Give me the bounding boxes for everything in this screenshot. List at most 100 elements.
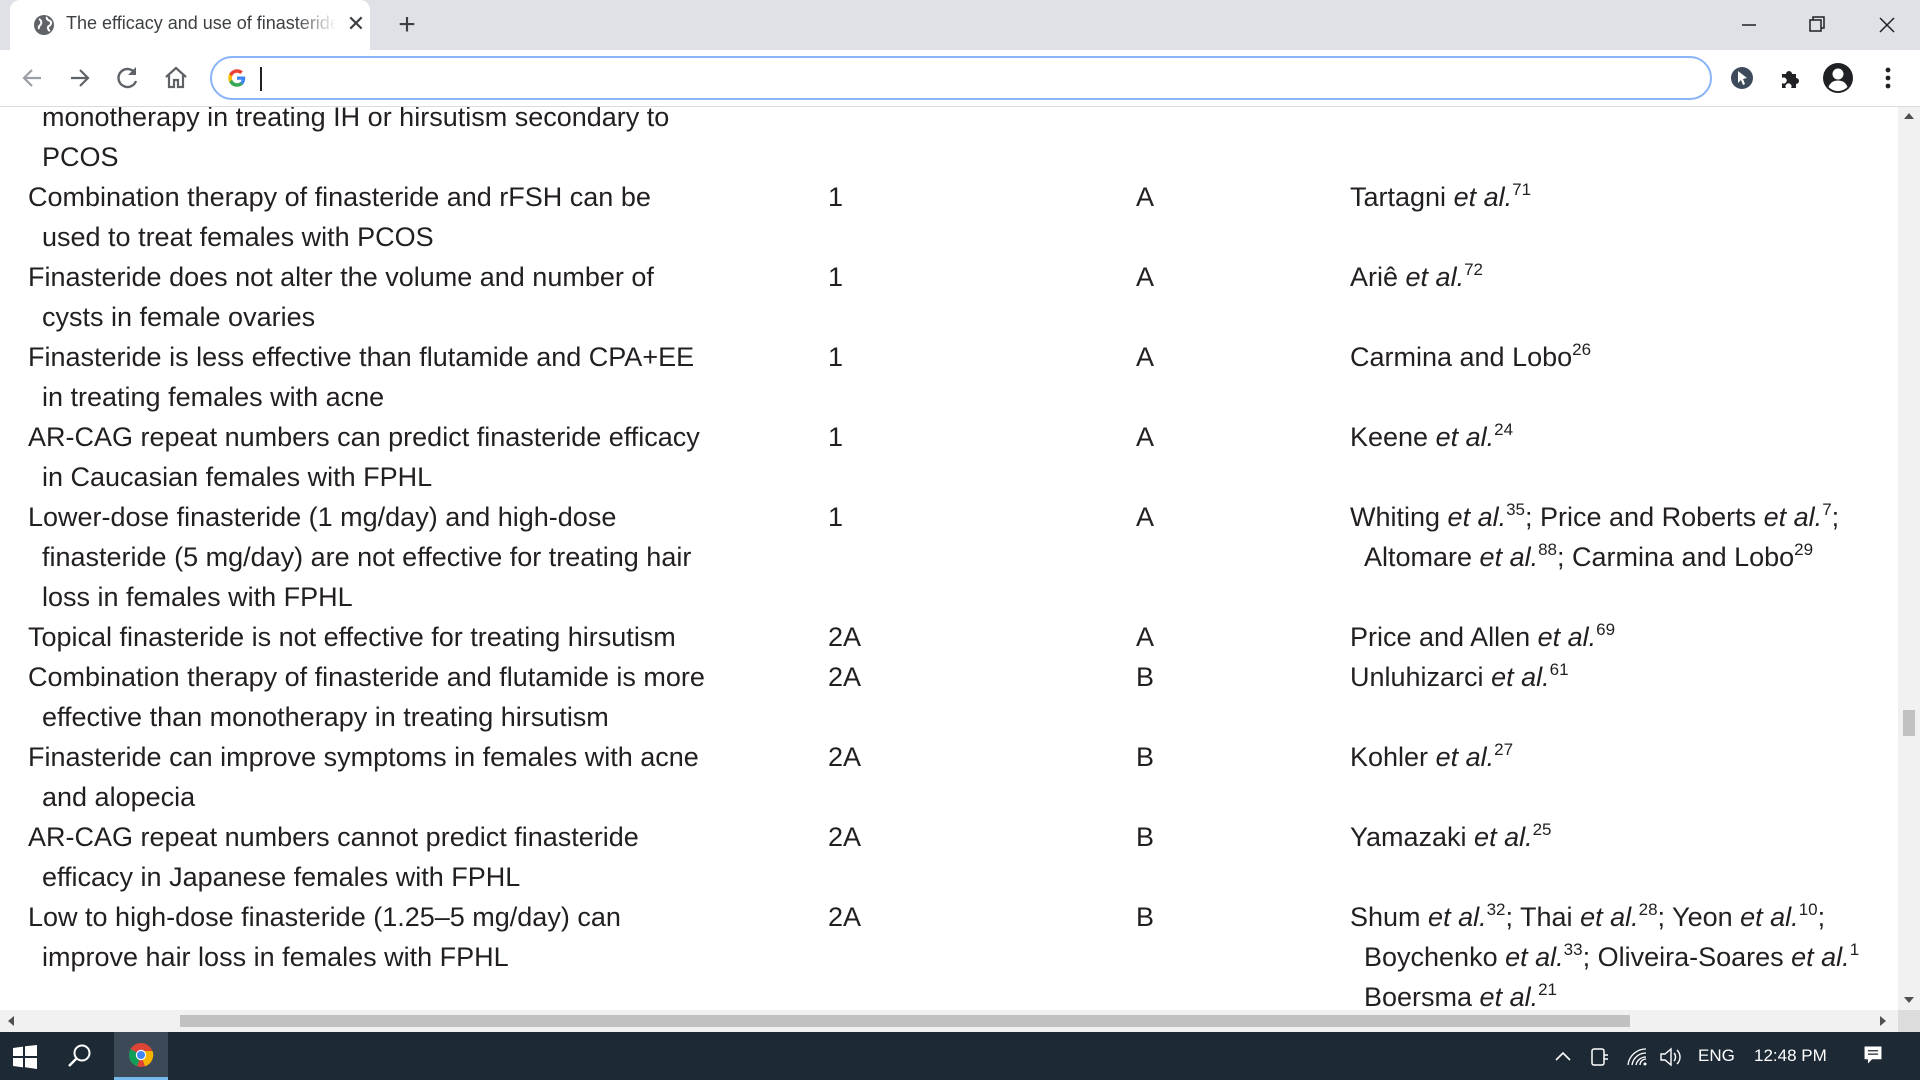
reference-number[interactable]: 28 — [1639, 900, 1658, 919]
cursor-extension-icon[interactable] — [1726, 62, 1758, 94]
reference-number[interactable]: 33 — [1564, 940, 1583, 959]
text-run: et al. — [1505, 942, 1564, 972]
text-run: et al. — [1580, 902, 1639, 932]
finding-text: AR-CAG repeat numbers cannot predict fin… — [28, 821, 639, 853]
finding-text: finasteride (5 mg/day) are not effective… — [42, 541, 691, 573]
finding-text: improve hair loss in females with FPHL — [42, 941, 509, 973]
finding-text: AR-CAG repeat numbers can predict finast… — [28, 421, 700, 453]
address-input[interactable] — [264, 64, 1668, 94]
reference-number[interactable]: 29 — [1794, 540, 1813, 559]
reference-number[interactable]: 32 — [1487, 900, 1506, 919]
scroll-up-arrow-icon[interactable] — [1904, 113, 1914, 119]
text-run: monotherapy in treating IH or hirsutism … — [42, 107, 670, 132]
text-run: et al. — [1479, 542, 1539, 572]
windows-start-icon[interactable] — [12, 1044, 38, 1070]
notification-center-icon[interactable] — [1860, 1044, 1886, 1066]
volume-icon[interactable] — [1658, 1046, 1684, 1068]
text-run: Kohler — [1350, 742, 1436, 772]
back-arrow-icon[interactable] — [16, 62, 48, 94]
recommendation-grade: A — [1136, 502, 1155, 532]
reference-citation: Boychenko et al.33; Oliveira-Soares et a… — [1364, 941, 1859, 973]
home-icon[interactable] — [160, 62, 192, 94]
reference-number[interactable]: 10 — [1799, 900, 1818, 919]
horizontal-scroll-thumb[interactable] — [180, 1015, 1630, 1027]
finding-text: used to treat females with PCOS — [42, 221, 434, 253]
text-run: Shum — [1350, 902, 1429, 932]
reference-number[interactable]: 35 — [1506, 500, 1525, 519]
chevron-up-icon[interactable] — [1552, 1046, 1574, 1068]
text-run: Combination therapy of finasteride and r… — [28, 182, 651, 212]
reference-number[interactable]: 24 — [1494, 420, 1513, 439]
evidence-level: 2A — [828, 622, 862, 652]
reference-number[interactable]: 69 — [1596, 620, 1615, 639]
page-content: monotherapy in treating IH or hirsutism … — [0, 107, 1898, 1010]
language-indicator[interactable]: ENG — [1698, 1046, 1735, 1068]
text-run: and alopecia — [42, 782, 196, 812]
vertical-scroll-thumb[interactable] — [1903, 710, 1915, 736]
text-run: ; Carmina and Lobo — [1557, 542, 1795, 572]
scroll-down-arrow-icon[interactable] — [1904, 997, 1914, 1003]
recommendation-grade: A — [1136, 182, 1155, 212]
wifi-icon[interactable] — [1626, 1046, 1650, 1068]
text-run: Finasteride is less effective than fluta… — [28, 342, 695, 372]
scroll-right-arrow-icon[interactable] — [1880, 1016, 1886, 1026]
reference-number[interactable]: 7 — [1822, 500, 1831, 519]
reference-citation: Unluhizarci et al.61 — [1350, 661, 1569, 693]
reference-number[interactable]: 1 — [1850, 940, 1859, 959]
finding-text: Finasteride is less effective than fluta… — [28, 341, 694, 373]
text-run: ; — [1831, 502, 1840, 532]
kebab-menu-icon[interactable] — [1872, 62, 1904, 94]
close-window-icon[interactable] — [1866, 10, 1906, 40]
text-run: Combination therapy of finasteride and f… — [28, 662, 705, 692]
finding-text: and alopecia — [42, 781, 195, 813]
evidence-level: 2A — [828, 662, 862, 692]
restore-icon[interactable] — [1796, 10, 1836, 40]
vertical-scrollbar[interactable] — [1898, 107, 1920, 1010]
horizontal-scrollbar[interactable] — [0, 1010, 1898, 1032]
text-run: et al. — [1791, 942, 1850, 972]
scrollbar-corner — [1898, 1010, 1920, 1032]
new-tab-button[interactable]: + — [390, 8, 424, 42]
reference-number[interactable]: 25 — [1533, 820, 1552, 839]
finding-text: in treating females with acne — [42, 381, 384, 413]
reference-number[interactable]: 61 — [1550, 660, 1569, 679]
reference-number[interactable]: 88 — [1538, 540, 1557, 559]
finding-text: in Caucasian females with FPHL — [42, 461, 432, 493]
reference-number[interactable]: 26 — [1572, 340, 1591, 359]
text-run: cysts in female ovaries — [42, 302, 316, 332]
reference-citation: Kohler et al.27 — [1350, 741, 1513, 773]
text-run: ; Oliveira-Soares — [1582, 942, 1792, 972]
browser-tab[interactable]: The efficacy and use of finasteride in w… — [10, 0, 370, 50]
chrome-icon — [129, 1043, 154, 1067]
text-run: improve hair loss in females with FPHL — [42, 942, 509, 972]
reference-citation: Altomare et al.88; Carmina and Lobo29 — [1364, 541, 1813, 573]
tab-close-icon[interactable]: ✕ — [344, 12, 368, 36]
google-g-icon — [228, 69, 246, 87]
text-run: et al. — [1491, 662, 1550, 692]
text-run: et al. — [1763, 502, 1823, 532]
reference-number[interactable]: 71 — [1512, 180, 1531, 199]
scroll-left-arrow-icon[interactable] — [8, 1016, 14, 1026]
device-icon[interactable] — [1588, 1046, 1612, 1068]
reference-number[interactable]: 27 — [1494, 740, 1513, 759]
finding-text: Lower-dose finasteride (1 mg/day) and hi… — [28, 501, 616, 533]
reference-citation: Price and Allen et al.69 — [1350, 621, 1615, 653]
text-run: ; — [1817, 902, 1826, 932]
puzzle-extensions-icon[interactable] — [1774, 62, 1806, 94]
finding-text: Finasteride does not alter the volume an… — [28, 261, 654, 293]
reference-number[interactable]: 72 — [1464, 260, 1483, 279]
text-run: Finasteride does not alter the volume an… — [28, 262, 654, 292]
text-run: Topical finasteride is not effective for… — [28, 622, 676, 652]
forward-arrow-icon[interactable] — [64, 62, 96, 94]
reference-citation: Ariê et al.72 — [1350, 261, 1483, 293]
chrome-taskbar-button[interactable] — [114, 1032, 168, 1080]
reference-citation: Tartagni et al.71 — [1350, 181, 1531, 213]
reload-icon[interactable] — [112, 62, 144, 94]
text-run: Price and Allen — [1350, 622, 1538, 652]
clock[interactable]: 12:48 PM — [1754, 1046, 1827, 1068]
profile-avatar-icon[interactable] — [1822, 62, 1854, 94]
address-bar[interactable] — [210, 56, 1712, 100]
minimize-icon[interactable] — [1728, 10, 1768, 40]
reference-number[interactable]: 21 — [1538, 980, 1557, 999]
search-icon[interactable] — [66, 1042, 94, 1070]
